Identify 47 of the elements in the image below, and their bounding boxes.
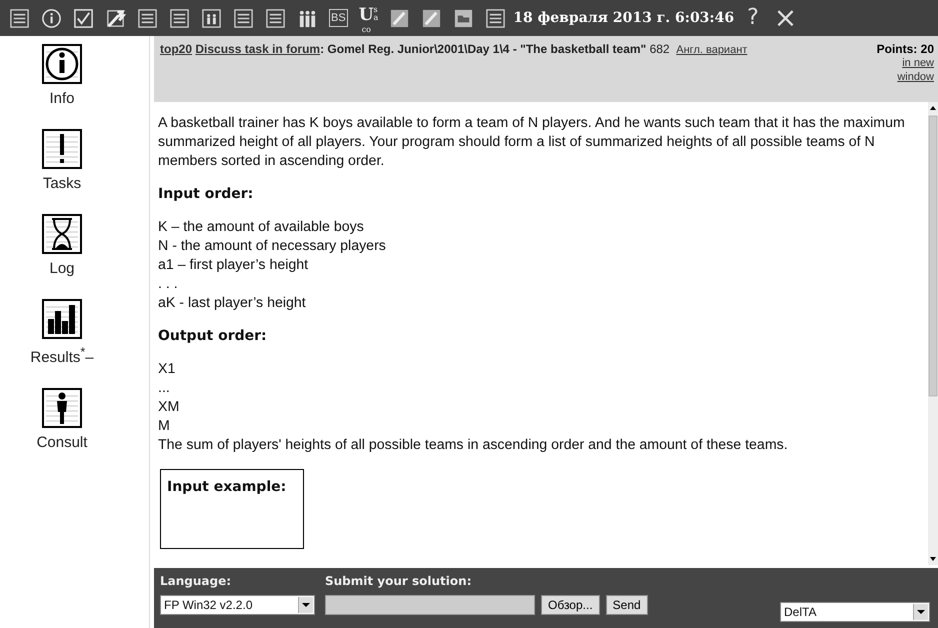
submit-label: Submit your solution: — [325, 574, 472, 588]
help-button[interactable]: ? — [745, 6, 761, 30]
example-heading: Input example: — [167, 478, 286, 497]
exclamation-icon[interactable] — [42, 129, 82, 169]
toolbar-icon[interactable]: BS — [329, 9, 348, 27]
new-window-link[interactable]: in new window — [870, 56, 934, 84]
text-line: X1 — [158, 360, 176, 379]
browse-button[interactable]: Обзор... — [541, 595, 600, 615]
rank-link[interactable]: top20 — [160, 42, 192, 56]
folder-icon[interactable] — [453, 8, 474, 28]
sidebar-label[interactable]: Consult — [36, 434, 88, 451]
language-select[interactable]: FP Win32 v2.2.0 — [160, 595, 315, 615]
person-icon[interactable] — [42, 388, 82, 428]
text-line: N - the amount of necessary players — [158, 237, 387, 256]
text-line: . . . — [158, 275, 179, 294]
language-version-link[interactable]: Англ. вариант — [676, 44, 748, 56]
bar-chart-icon[interactable] — [42, 299, 82, 339]
theme-select[interactable]: DelTA — [780, 602, 930, 622]
dropdown-icon — [302, 603, 310, 607]
sidebar-label[interactable]: Results$^{*}$– — [30, 345, 94, 366]
section-heading: Output order: — [158, 327, 268, 346]
hourglass-icon[interactable] — [42, 214, 82, 254]
text-line: XM — [158, 398, 180, 417]
scrollbar[interactable] — [928, 102, 938, 565]
sidebar-label[interactable]: Info — [49, 90, 75, 107]
section-heading: Input order: — [158, 185, 254, 204]
sidebar-label[interactable]: Tasks — [42, 175, 82, 192]
text-line: M — [158, 417, 171, 436]
language-label: Language: — [160, 574, 232, 588]
text-line: aK - last player’s height — [158, 294, 307, 313]
text-line: ... — [158, 379, 171, 398]
points-label: Points: 20 — [876, 42, 934, 56]
dropdown-icon — [917, 610, 925, 614]
close-button[interactable]: × — [772, 6, 800, 30]
info-icon[interactable] — [42, 44, 82, 84]
people-icon[interactable] — [201, 8, 222, 28]
task-description: A basketball trainer has K boys available to form a team of N players. And he wants such team that it has the maximum summarized height of all players. Your program should form a list of summarized heights of all possible teams of N members sorted in ascending order. — [158, 114, 906, 171]
text-line: K – the amount of available boys — [158, 218, 365, 237]
file-field[interactable] — [325, 595, 535, 615]
task-title: top20 Discuss task in forum: Gomel Reg. Junior\2001\Day 1\4 - "The basketball team" 682 Англ. вариант — [160, 42, 748, 58]
text-line: a1 – first player’s height — [158, 256, 310, 275]
checkbox-icon[interactable] — [73, 8, 94, 28]
forum-link[interactable]: Discuss task in forum — [195, 42, 320, 56]
sidebar-label[interactable]: Log — [49, 260, 75, 277]
date-time: 18 февраля 2013 г. 6:03:46 — [513, 10, 734, 26]
text-line: The sum of players' heights of all possible teams in ascending order and the amount of these teams. — [158, 436, 789, 455]
send-button[interactable]: Send — [606, 595, 648, 615]
